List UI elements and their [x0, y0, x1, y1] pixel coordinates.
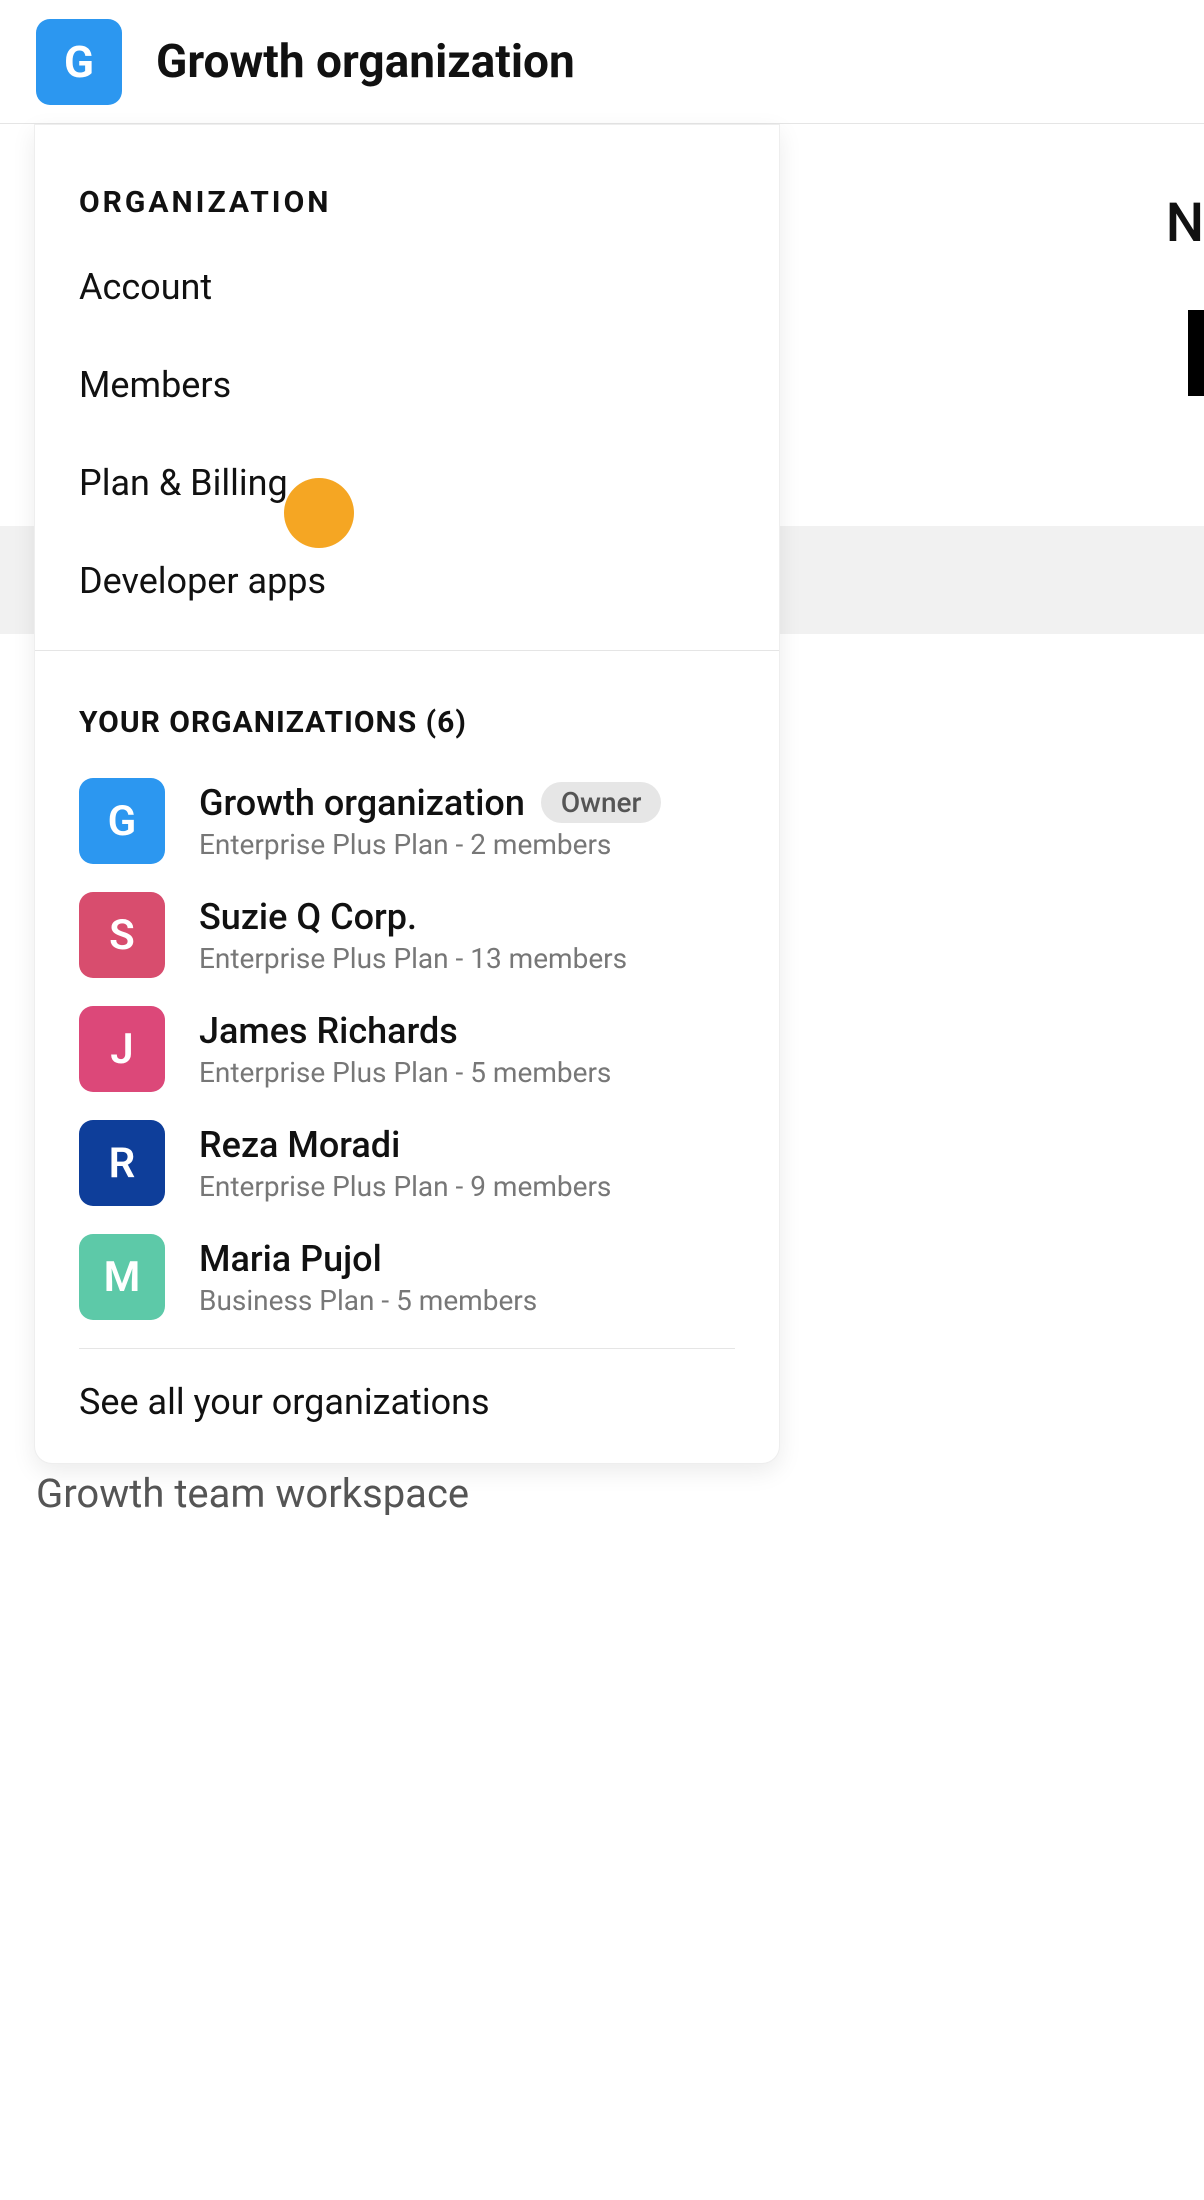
role-badge: Owner	[541, 782, 662, 823]
org-info: James Richards Enterprise Plus Plan - 5 m…	[199, 1010, 735, 1089]
menu-item-plan-billing[interactable]: Plan & Billing	[35, 434, 779, 532]
section-header-organization: ORGANIZATION	[35, 125, 779, 238]
org-info: Suzie Q Corp. Enterprise Plus Plan - 13 m…	[199, 896, 735, 975]
your-organizations-header: YOUR ORGANIZATIONS (6)	[35, 651, 779, 764]
org-avatar: M	[79, 1234, 165, 1320]
org-header-badge: G	[36, 19, 122, 105]
org-name: James Richards	[199, 1010, 458, 1052]
org-info: Growth organization Owner Enterprise Plus …	[199, 782, 735, 861]
org-header[interactable]: G Growth organization	[0, 0, 1204, 124]
org-avatar: R	[79, 1120, 165, 1206]
orgs-list: G Growth organization Owner Enterprise Plus…	[35, 764, 779, 1334]
org-avatar: J	[79, 1006, 165, 1092]
org-meta: Enterprise Plus Plan - 9 members	[199, 1170, 735, 1203]
menu-item-account[interactable]: Account	[35, 238, 779, 336]
org-header-title: Growth organization	[156, 35, 575, 89]
org-meta: Enterprise Plus Plan - 2 members	[199, 828, 735, 861]
org-avatar: G	[79, 778, 165, 864]
org-name: Reza Moradi	[199, 1124, 400, 1166]
menu-item-members[interactable]: Members	[35, 336, 779, 434]
org-name: Maria Pujol	[199, 1238, 382, 1280]
obscured-button-right[interactable]	[1188, 310, 1204, 396]
org-name-row: James Richards	[199, 1010, 735, 1052]
obscured-text-right: N	[1166, 192, 1204, 255]
obscured-text-bottom: Growth team workspace	[36, 1470, 469, 1517]
org-name: Growth organization	[199, 782, 525, 824]
org-row[interactable]: S Suzie Q Corp. Enterprise Plus Plan - 13 …	[35, 878, 779, 992]
org-avatar: S	[79, 892, 165, 978]
see-all-organizations-link[interactable]: See all your organizations	[35, 1349, 779, 1433]
menu-item-developer-apps[interactable]: Developer apps	[35, 532, 779, 630]
org-meta: Enterprise Plus Plan - 5 members	[199, 1056, 735, 1089]
org-meta: Business Plan - 5 members	[199, 1284, 735, 1317]
org-name: Suzie Q Corp.	[199, 896, 417, 938]
org-info: Maria Pujol Business Plan - 5 members	[199, 1238, 735, 1317]
org-row[interactable]: M Maria Pujol Business Plan - 5 members	[35, 1220, 779, 1334]
org-name-row: Reza Moradi	[199, 1124, 735, 1166]
org-name-row: Maria Pujol	[199, 1238, 735, 1280]
orgs-count: 6	[437, 705, 455, 740]
org-info: Reza Moradi Enterprise Plus Plan - 9 memb…	[199, 1124, 735, 1203]
org-name-row: Growth organization Owner	[199, 782, 735, 824]
org-name-row: Suzie Q Corp.	[199, 896, 735, 938]
org-row[interactable]: G Growth organization Owner Enterprise Plus…	[35, 764, 779, 878]
org-dropdown: ORGANIZATION Account Members Plan & Bill…	[34, 124, 780, 1464]
orgs-header-label: YOUR ORGANIZATIONS	[79, 705, 417, 740]
org-meta: Enterprise Plus Plan - 13 members	[199, 942, 735, 975]
org-row[interactable]: R Reza Moradi Enterprise Plus Plan - 9 mem…	[35, 1106, 779, 1220]
org-row[interactable]: J James Richards Enterprise Plus Plan - 5 …	[35, 992, 779, 1106]
highlight-dot-icon	[284, 478, 354, 548]
